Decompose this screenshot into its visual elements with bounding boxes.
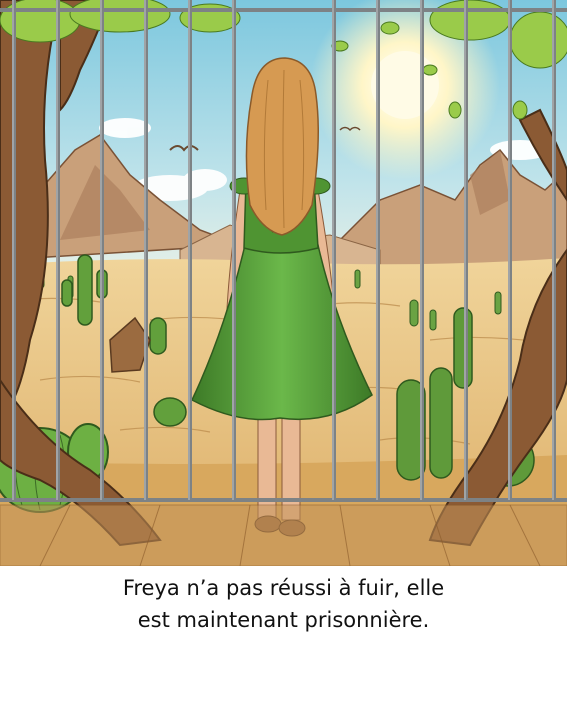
story-page: Freya n’a pas réussi à fuir, elle est ma… bbox=[0, 0, 567, 720]
caption: Freya n’a pas réussi à fuir, elle est ma… bbox=[0, 572, 567, 636]
illustration bbox=[0, 0, 567, 566]
desert-scene bbox=[0, 0, 567, 566]
caption-line-2: est maintenant prisonnière. bbox=[137, 608, 430, 632]
caption-line-1: Freya n’a pas réussi à fuir, elle bbox=[122, 576, 445, 600]
